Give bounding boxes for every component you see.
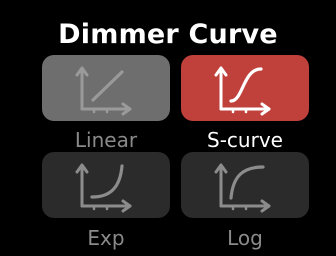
curve-option-linear[interactable]	[42, 55, 170, 121]
curve-option-label-linear: Linear	[74, 128, 138, 152]
curve-option-scurve[interactable]	[181, 55, 309, 121]
curve-option-label-scurve: S-curve	[207, 128, 283, 152]
curve-option-label-log: Log	[227, 226, 263, 250]
s-curve-icon	[214, 66, 271, 116]
page-title: Dimmer Curve	[58, 19, 278, 50]
curve-option-exp[interactable]	[42, 152, 170, 218]
linear-curve-icon	[75, 66, 132, 116]
log-curve-icon	[214, 163, 271, 213]
curve-option-label-exp: Exp	[87, 226, 125, 250]
dimmer-curve-screen: Dimmer Curve Linear S-curve Exp Log	[0, 0, 336, 256]
exp-curve-icon	[75, 163, 132, 213]
curve-option-log[interactable]	[181, 152, 309, 218]
